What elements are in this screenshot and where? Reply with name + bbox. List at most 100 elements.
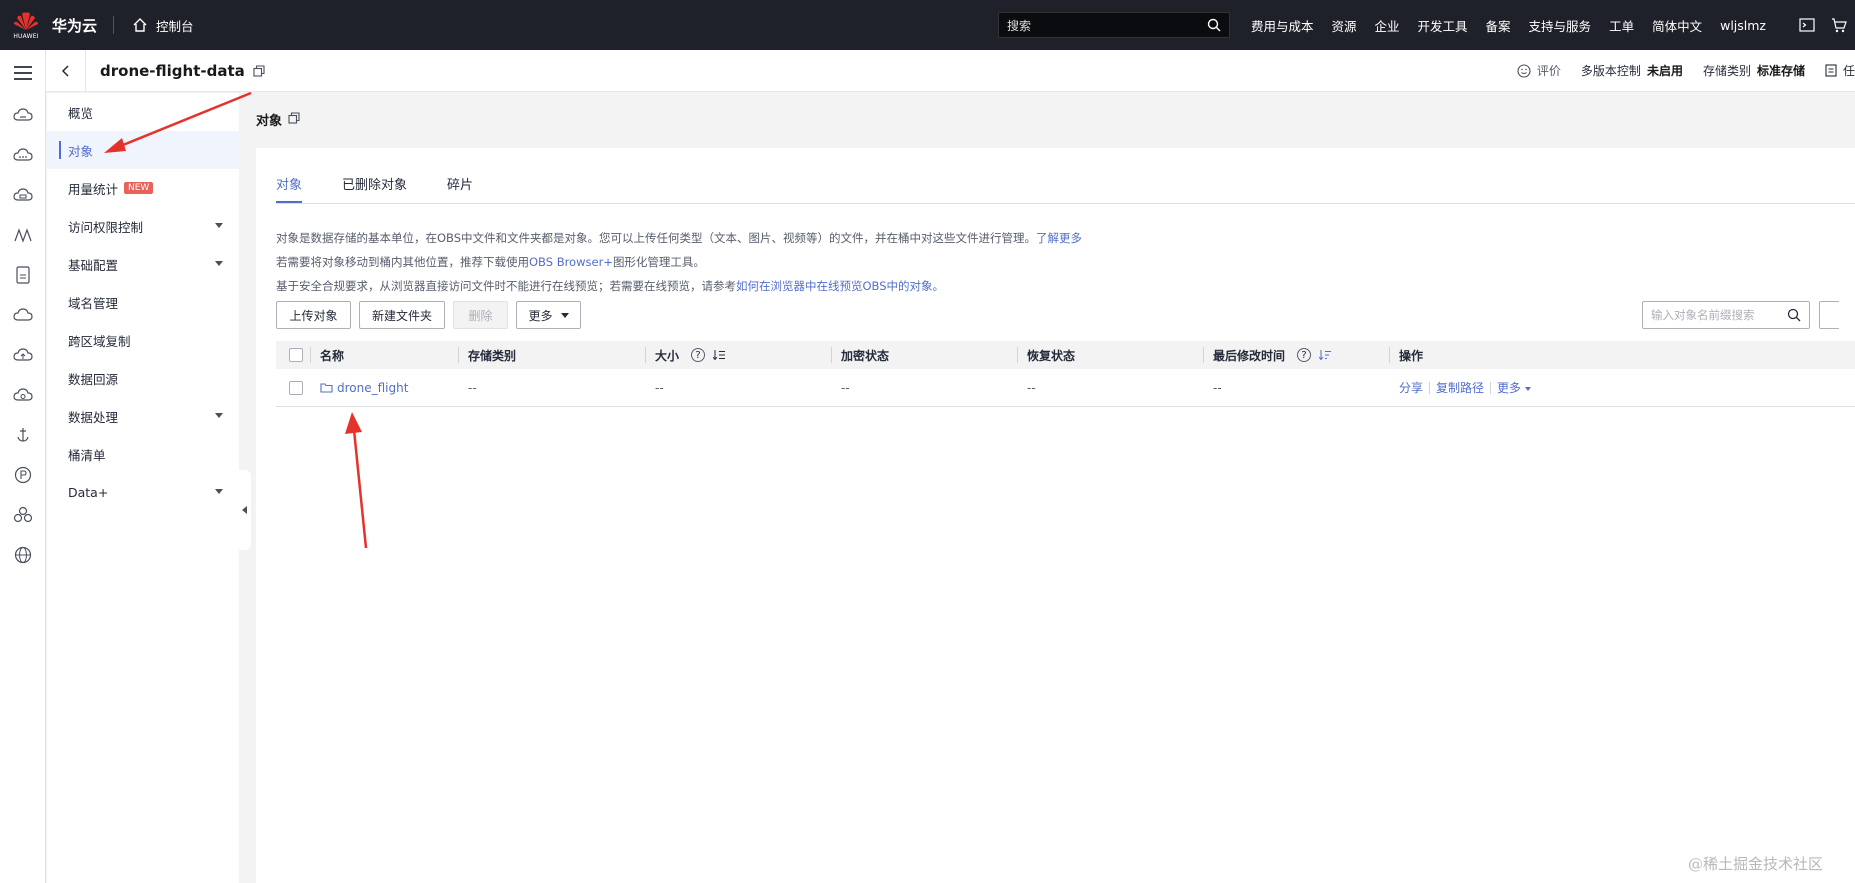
sidebar-item-access-control[interactable]: 访问权限控制 — [47, 207, 239, 245]
tab-fragments[interactable]: 碎片 — [447, 174, 473, 203]
sidebar-item-data-processing[interactable]: 数据处理 — [47, 397, 239, 435]
rail-database-icon[interactable] — [0, 175, 45, 215]
watermark: @稀土掘金技术社区 — [1688, 855, 1824, 873]
upload-object-button[interactable]: 上传对象 — [276, 301, 351, 329]
column-label: 加密状态 — [841, 348, 890, 363]
rail-upload-icon[interactable] — [0, 335, 45, 375]
more-actions-label: 更多 — [528, 308, 553, 323]
sidebar-item-label: 访问权限控制 — [68, 219, 144, 235]
rail-document-icon[interactable] — [0, 255, 45, 295]
sidebar-item-label: 对象 — [68, 143, 94, 159]
cloud-storage-icon — [12, 148, 33, 161]
rail-network-icon[interactable] — [0, 215, 45, 255]
object-search-input[interactable] — [1651, 308, 1781, 322]
rail-sync-icon[interactable] — [0, 375, 45, 415]
row-more-link[interactable]: 更多 — [1497, 379, 1532, 396]
nav-language[interactable]: 简体中文 — [1652, 16, 1702, 35]
folder-icon — [320, 383, 333, 393]
logo-text: HUAWEI — [13, 33, 39, 40]
nav-resources[interactable]: 资源 — [1331, 16, 1356, 35]
nav-filing[interactable]: 备案 — [1486, 16, 1511, 35]
restore-cell: -- — [1027, 380, 1036, 395]
sidebar-item-label: 数据处理 — [68, 409, 119, 425]
back-button[interactable] — [46, 49, 86, 92]
more-actions-button[interactable]: 更多 — [516, 301, 581, 329]
sort-icon[interactable] — [713, 350, 726, 360]
table-header: 名称 存储类别 大小 ? 加密状态 恢复状态 最后修改时间 ? 操作 — [276, 341, 1855, 369]
task-link[interactable]: 任 — [1825, 62, 1855, 79]
rail-cloud-icon[interactable] — [0, 295, 45, 335]
select-all-checkbox[interactable] — [289, 348, 303, 362]
rail-ecs-icon[interactable] — [0, 95, 45, 135]
nav-support[interactable]: 支持与服务 — [1529, 16, 1592, 35]
nav-devtools[interactable]: 开发工具 — [1418, 16, 1468, 35]
column-label: 存储类别 — [468, 348, 517, 363]
folder-link[interactable]: drone_flight — [320, 381, 408, 395]
triangle-left-icon — [242, 506, 247, 514]
table-row: drone_flight -- -- -- -- -- 分享 复制路径 更多 — [276, 369, 1855, 407]
caret-down-icon — [215, 413, 223, 418]
collapse-sidebar-handle[interactable] — [239, 470, 251, 550]
object-actions: 上传对象 新建文件夹 删除 更多 — [276, 301, 581, 329]
rail-anchor-icon[interactable] — [0, 415, 45, 455]
sort-desc-icon[interactable] — [1319, 350, 1332, 360]
rail-obs-icon[interactable] — [0, 135, 45, 175]
sidebar-item-label: 跨区域复制 — [68, 333, 131, 349]
help-icon[interactable]: ? — [1297, 348, 1312, 362]
delete-button[interactable]: 删除 — [453, 301, 508, 329]
sidebar-item-objects[interactable]: 对象 — [47, 131, 239, 169]
storage-cell: -- — [468, 380, 477, 395]
folder-name: drone_flight — [337, 380, 409, 395]
nav-tickets[interactable]: 工单 — [1609, 16, 1634, 35]
global-search-input[interactable]: 搜索 — [997, 12, 1230, 38]
page-title-text: 对象 — [256, 114, 283, 129]
sidebar-item-usage[interactable]: 用量统计 NEW — [47, 169, 239, 207]
column-storage-class: 存储类别 — [458, 341, 645, 369]
sidebar-item-basic-config[interactable]: 基础配置 — [47, 245, 239, 283]
settings-button[interactable] — [1819, 301, 1839, 329]
sidebar-item-data-plus[interactable]: Data+ — [47, 473, 239, 511]
rail-cluster-icon[interactable] — [0, 495, 45, 535]
copy-icon[interactable] — [253, 64, 265, 77]
sidebar-item-label: 用量统计 — [68, 181, 119, 197]
copy-icon[interactable] — [288, 111, 300, 128]
page-title: 对象 — [256, 110, 300, 129]
nav-enterprise[interactable]: 企业 — [1375, 16, 1400, 35]
task-label: 任 — [1842, 64, 1855, 78]
column-label: 大小 — [655, 348, 680, 363]
help-icon[interactable]: ? — [691, 348, 706, 362]
console-link[interactable]: 控制台 — [132, 16, 194, 35]
huawei-logo[interactable]: HUAWEI — [6, 0, 46, 50]
preview-help-link[interactable]: 如何在浏览器中在线预览OBS中的对象。 — [736, 279, 944, 293]
divider — [113, 16, 115, 34]
search-icon[interactable] — [1787, 308, 1801, 322]
menu-button[interactable] — [0, 50, 45, 95]
sidebar-item-inventory[interactable]: 桶清单 — [47, 435, 239, 473]
tab-objects[interactable]: 对象 — [276, 174, 303, 203]
copy-path-link[interactable]: 复制路径 — [1436, 379, 1484, 396]
brand-name[interactable]: 华为云 — [52, 15, 97, 36]
sidebar-item-back-to-source[interactable]: 数据回源 — [47, 359, 239, 397]
hamburger-icon — [13, 65, 32, 80]
column-label: 名称 — [320, 348, 345, 363]
search-icon[interactable] — [1207, 18, 1221, 32]
learn-more-link[interactable]: 了解更多 — [1036, 231, 1082, 245]
share-link[interactable]: 分享 — [1399, 379, 1423, 396]
cart-icon[interactable] — [1831, 17, 1847, 33]
row-select-cell — [276, 369, 310, 406]
anchor-icon — [16, 428, 29, 442]
rate-link[interactable]: 评价 — [1517, 62, 1561, 79]
tab-deleted-objects[interactable]: 已删除对象 — [342, 174, 407, 203]
rate-label: 评价 — [1536, 64, 1561, 78]
nav-cost[interactable]: 费用与成本 — [1251, 16, 1314, 35]
sidebar-item-replication[interactable]: 跨区域复制 — [47, 321, 239, 359]
obs-browser-link[interactable]: OBS Browser+ — [529, 255, 613, 269]
sidebar-item-domain[interactable]: 域名管理 — [47, 283, 239, 321]
terminal-icon[interactable] — [1799, 18, 1815, 32]
new-folder-button[interactable]: 新建文件夹 — [359, 301, 445, 329]
nav-username[interactable]: wljslmz — [1720, 18, 1766, 33]
sidebar-item-overview[interactable]: 概览 — [47, 93, 239, 131]
rail-p-icon[interactable] — [0, 455, 45, 495]
row-checkbox[interactable] — [289, 380, 303, 395]
rail-globe-icon[interactable] — [0, 535, 45, 575]
